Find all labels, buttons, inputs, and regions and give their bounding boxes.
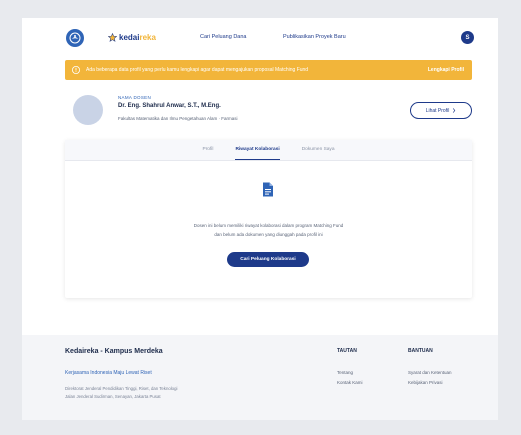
- complete-profile-link[interactable]: Lengkapi Profil: [428, 67, 464, 73]
- footer-address-line1: Direktorat Jenderal Pendidikan Tinggi, R…: [65, 386, 178, 391]
- tut-wuri-handayani-logo-icon[interactable]: [66, 29, 84, 47]
- tab-riwayat-kolaborasi[interactable]: Riwayat Kolaborasi: [235, 140, 280, 160]
- footer-heading-bantuan: BANTUAN: [408, 348, 433, 354]
- page: kedai reka Cari Peluang Dana Publikasikan…: [22, 18, 498, 420]
- user-avatar[interactable]: S: [461, 31, 474, 44]
- brand-primary-text: kedai: [119, 33, 140, 42]
- footer-address-line2: Jalan Jenderal Sudirman, Senayan, Jakart…: [65, 394, 161, 399]
- chevron-right-icon: [452, 108, 456, 113]
- profile-warning-banner: Ada beberapa data profil yang perlu kamu…: [65, 60, 472, 80]
- footer-link-tentang[interactable]: Tentang: [337, 370, 353, 375]
- view-profile-label: Lihat Profil: [425, 107, 450, 114]
- profile-label: NAMA DOSEN: [118, 95, 152, 100]
- tab-profil[interactable]: Profil: [203, 140, 214, 160]
- profile-affiliation: Fakultas Matematika dan Ilmu Pengetahuan…: [118, 116, 238, 121]
- nav-link-publikasi[interactable]: Publikasikan Proyek Baru: [283, 34, 346, 40]
- empty-state-text-line2: dan belum ada dokumen yang diunggah pada…: [214, 232, 323, 237]
- footer: Kedaireka - Kampus Merdeka Kerjasama Ind…: [22, 335, 498, 420]
- tab-dokumen-saya[interactable]: Dokumen Saya: [302, 140, 335, 160]
- banner-message: Ada beberapa data profil yang perlu kamu…: [86, 67, 309, 73]
- document-icon: [262, 182, 274, 197]
- footer-link-kontak[interactable]: Kontak Kami: [337, 380, 363, 385]
- content-card: Profil Riwayat Kolaborasi Dokumen Saya D…: [65, 140, 472, 298]
- footer-title: Kedaireka - Kampus Merdeka: [65, 348, 163, 355]
- profile-avatar: [73, 95, 103, 125]
- tab-bar: Profil Riwayat Kolaborasi Dokumen Saya: [65, 140, 472, 161]
- star-icon: [108, 33, 117, 42]
- empty-state-text-line1: Dosen ini belum memiliki riwayat kolabor…: [193, 223, 344, 228]
- view-profile-button[interactable]: Lihat Profil: [410, 102, 472, 119]
- brand-logo[interactable]: kedai reka: [108, 32, 156, 43]
- footer-link-privasi[interactable]: Kebijakan Privasi: [408, 380, 443, 385]
- warning-icon: [72, 66, 80, 74]
- user-initial: S: [465, 34, 470, 41]
- profile-name: Dr. Eng. Shahrul Anwar, S.T., M.Eng.: [118, 103, 221, 109]
- nav-link-peluang[interactable]: Cari Peluang Dana: [200, 34, 246, 40]
- footer-link-syarat[interactable]: Syarat dan Ketentuan: [408, 370, 452, 375]
- footer-tagline: Kerjasama Indonesia Maju Lewat Riset: [65, 370, 152, 376]
- footer-heading-tautan: TAUTAN: [337, 348, 357, 354]
- brand-secondary-text: reka: [139, 33, 156, 42]
- find-collaboration-button[interactable]: Cari Peluang Kolaborasi: [227, 252, 309, 267]
